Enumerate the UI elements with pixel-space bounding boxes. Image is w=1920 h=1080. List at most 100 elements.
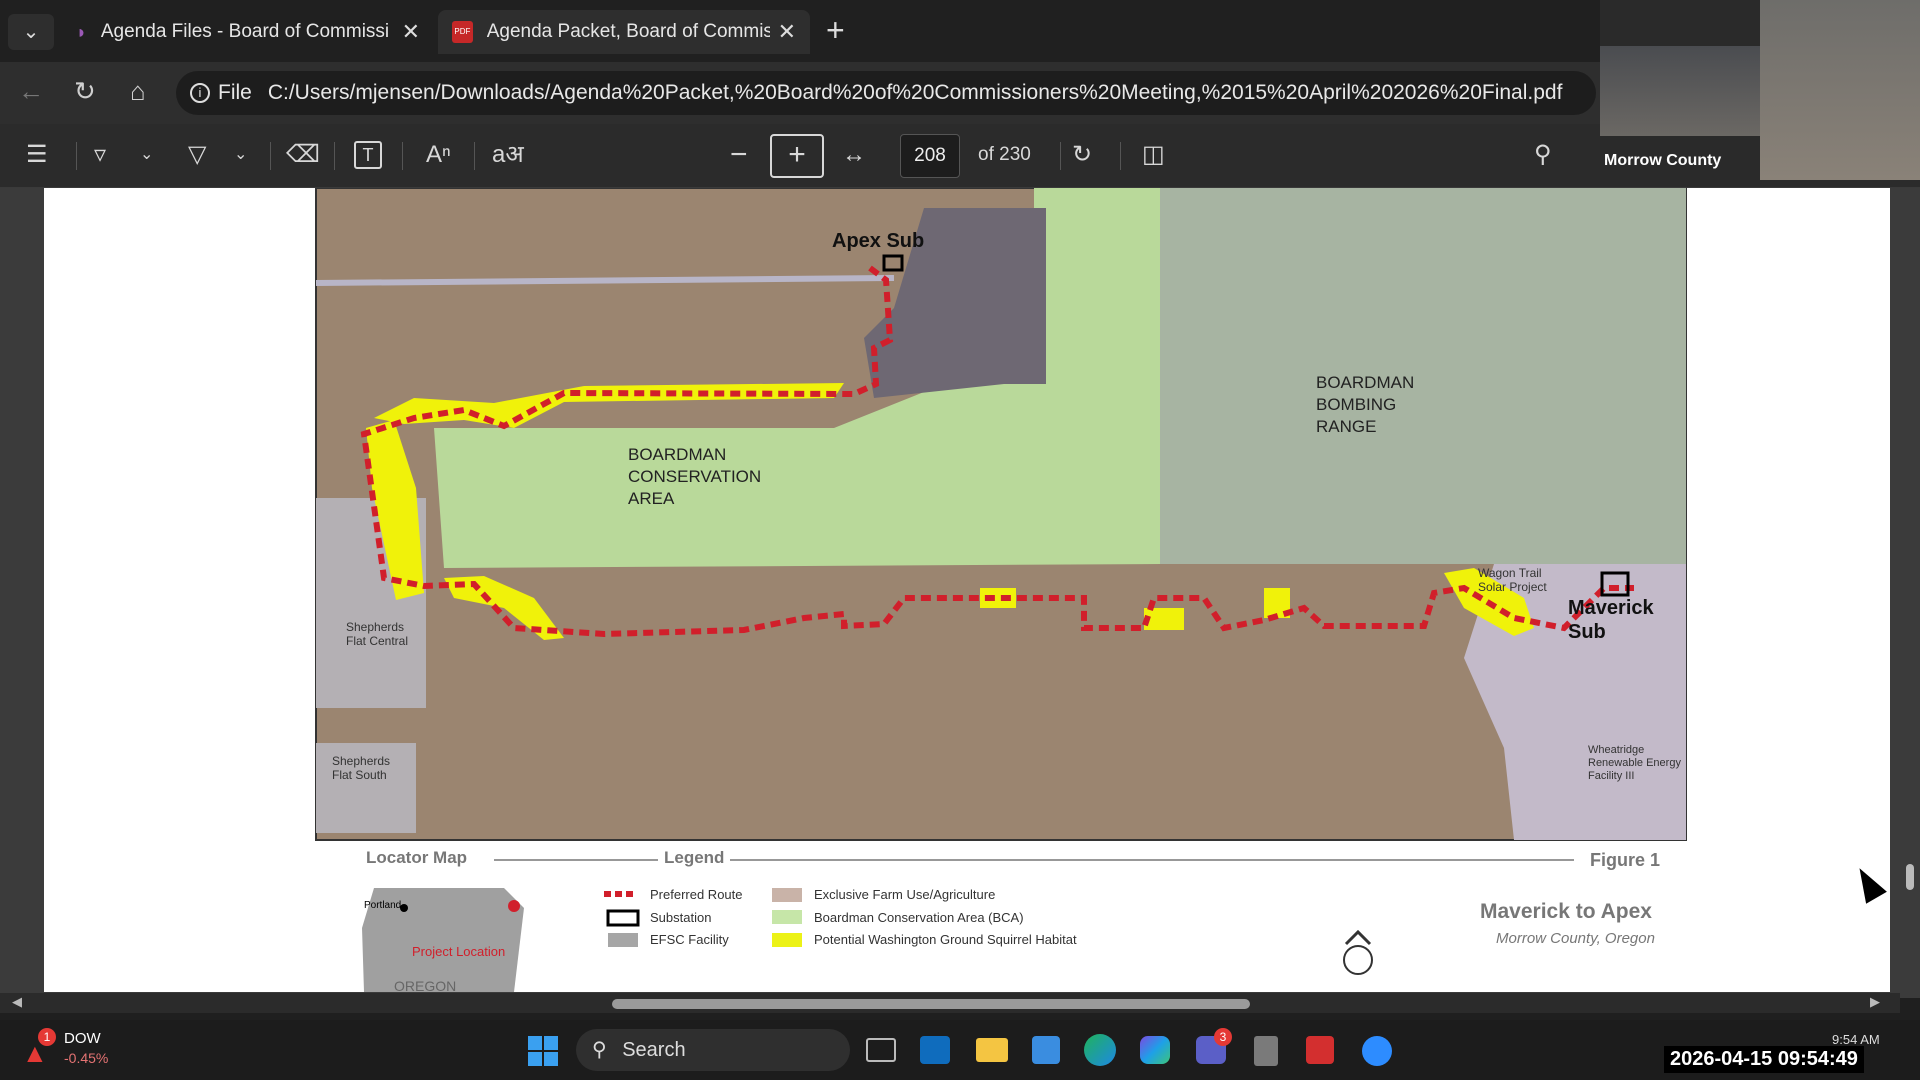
draw-icon[interactable]: ▽ <box>188 138 206 172</box>
translate-icon[interactable]: aअ <box>492 138 524 172</box>
clock-time[interactable]: 9:54 AM <box>1832 1032 1880 1047</box>
zoom-icon[interactable] <box>1362 1036 1392 1066</box>
page-total-label: of 230 <box>978 144 1031 165</box>
video-room-left <box>1600 46 1760 136</box>
legend-item-farm: Exclusive Farm Use/Agriculture <box>814 887 996 902</box>
scroll-right-icon[interactable]: ▶ <box>1870 994 1880 1010</box>
horizontal-scrollbar[interactable]: ◀ ▶ <box>0 993 1900 1013</box>
locator-map-title: Locator Map <box>360 848 474 868</box>
tab-label: Agenda Packet, Board of Commiss <box>486 21 770 42</box>
bca-line-2: CONSERVATION <box>628 467 762 486</box>
tab-strip: ⌄ ◗ Agenda Files - Board of Commissi ✕ P… <box>0 0 1600 62</box>
search-pdf-icon[interactable]: ⚲ <box>1534 138 1552 172</box>
fit-width-icon[interactable]: ↔ <box>842 138 866 172</box>
refresh-icon[interactable]: ↻ <box>74 76 96 107</box>
video-tile-right <box>1760 0 1920 180</box>
legend-title: Legend <box>658 848 731 868</box>
vertical-scrollbar[interactable] <box>1904 188 1916 988</box>
wt-line-1: Wagon Trail <box>1478 566 1542 580</box>
range-line-2: BOMBING <box>1316 395 1397 414</box>
sfs-line-2: Flat South <box>332 768 387 782</box>
back-arrow-icon[interactable]: ← <box>18 76 44 107</box>
highlight-dropdown-icon[interactable]: ⌄ <box>140 138 153 172</box>
file-explorer-icon[interactable] <box>976 1038 1008 1062</box>
conservation-area-north <box>1034 188 1160 564</box>
maverick-sub-label: Maverick Sub <box>1568 596 1654 644</box>
stock-name: DOW <box>64 1030 101 1047</box>
pdf-favicon-icon: PDF <box>452 21 473 43</box>
vertical-scroll-thumb[interactable] <box>1906 864 1914 890</box>
zoom-in-icon[interactable]: + <box>770 134 824 178</box>
page-view-icon[interactable]: ◫ <box>1142 138 1165 172</box>
draw-dropdown-icon[interactable]: ⌄ <box>234 138 247 172</box>
store-icon[interactable] <box>1032 1036 1060 1064</box>
url-text: C:/Users/mjensen/Downloads/Agenda%20Pack… <box>267 81 1563 104</box>
apex-sub-label: Apex Sub <box>832 230 925 252</box>
zoom-out-icon[interactable]: − <box>730 138 748 172</box>
taskbar-search[interactable]: ⚲ Search <box>576 1029 850 1071</box>
wr-line-3: Facility III <box>1588 770 1635 782</box>
calculator-icon[interactable] <box>1254 1036 1278 1066</box>
stock-change: -0.45% <box>64 1050 109 1066</box>
windows-taskbar: ▲ 1 DOW -0.45% ⚲ Search 3 9:54 AM 2026-0… <box>0 1020 1920 1080</box>
range-line-3: RANGE <box>1316 417 1377 436</box>
tab-agenda-files[interactable]: ◗ Agenda Files - Board of Commissi ✕ <box>62 10 434 54</box>
close-tab-icon[interactable]: ✕ <box>778 19 796 45</box>
figure-label: Figure 1 <box>1584 850 1667 871</box>
legend-item-bca: Boardman Conservation Area (BCA) <box>814 910 1024 925</box>
sfc-line-1: Shepherds <box>346 620 405 634</box>
wagon-trail-label: Wagon Trail Solar Project <box>1478 566 1547 594</box>
meeting-video-overlay: Morrow County <box>1600 0 1920 180</box>
edge-icon[interactable] <box>1084 1034 1116 1066</box>
north-circle <box>1343 945 1373 975</box>
windows-start-icon[interactable] <box>528 1036 558 1066</box>
sfs-line-1: Shepherds <box>332 754 391 768</box>
locator-city-label: Portland <box>364 900 402 911</box>
tab-list-chevron-icon[interactable]: ⌄ <box>8 14 54 50</box>
range-line-1: BOARDMAN <box>1316 373 1415 392</box>
bca-line-3: AREA <box>628 489 675 508</box>
home-icon[interactable]: ⌂ <box>130 76 146 107</box>
acrobat-icon[interactable] <box>1306 1036 1334 1064</box>
project-title: Maverick to Apex <box>1480 900 1652 923</box>
task-view-icon[interactable] <box>866 1038 896 1062</box>
m365-icon[interactable] <box>1140 1036 1170 1064</box>
address-bar-row: ← ↻ ⌂ i File C:/Users/mjensen/Downloads/… <box>0 62 1600 124</box>
figure-map-svg <box>315 188 1687 992</box>
eraser-icon[interactable]: ⌫ <box>286 138 320 172</box>
horizontal-scroll-thumb[interactable] <box>612 999 1250 1009</box>
url-field[interactable]: i File C:/Users/mjensen/Downloads/Agenda… <box>176 71 1596 115</box>
highlight-icon[interactable]: ▿ <box>94 138 106 172</box>
scroll-left-icon[interactable]: ◀ <box>12 994 22 1010</box>
legend-item-route: Preferred Route <box>650 887 743 902</box>
tab-label: Agenda Files - Board of Commissi <box>100 21 390 42</box>
tab-agenda-packet[interactable]: PDF Agenda Packet, Board of Commiss ✕ <box>438 10 810 54</box>
bca-line-1: BOARDMAN <box>628 445 727 464</box>
sfc-line-2: Flat Central <box>346 634 409 648</box>
outlook-icon[interactable] <box>920 1036 950 1064</box>
contents-list-icon[interactable]: ☰ <box>26 138 48 172</box>
project-location-label: Project Location <box>412 944 506 959</box>
bca-label: BOARDMAN CONSERVATION AREA <box>628 444 761 510</box>
text-box-icon[interactable]: T <box>354 141 382 169</box>
maverick-line-2: Sub <box>1568 621 1606 643</box>
new-tab-plus-icon[interactable]: + <box>826 12 845 49</box>
rotate-icon[interactable]: ↻ <box>1072 138 1092 172</box>
north-arrow-icon <box>1344 929 1372 946</box>
legend-swatch-farm <box>772 888 802 902</box>
search-label: Search <box>622 1039 686 1061</box>
legend-item-substation: Substation <box>650 910 712 925</box>
page-number-input[interactable]: 208 <box>900 134 960 178</box>
shepherds-south-label: Shepherds Flat South <box>332 754 390 782</box>
pdf-viewport[interactable]: Apex Sub Maverick Sub BOARDMAN CONSERVAT… <box>0 188 1920 998</box>
locator-state-label: OREGON <box>394 978 457 994</box>
stock-badge: 1 <box>38 1028 56 1046</box>
app-favicon-icon: ◗ <box>76 21 87 42</box>
video-caption: Morrow County <box>1604 152 1722 169</box>
project-location-dot <box>508 900 520 912</box>
pdf-page: Apex Sub Maverick Sub BOARDMAN CONSERVAT… <box>44 188 1890 994</box>
maverick-line-1: Maverick <box>1568 597 1654 619</box>
range-label: BOARDMAN BOMBING RANGE <box>1316 372 1414 438</box>
close-tab-icon[interactable]: ✕ <box>402 19 420 45</box>
read-aloud-icon[interactable]: Aⁿ <box>426 138 451 172</box>
